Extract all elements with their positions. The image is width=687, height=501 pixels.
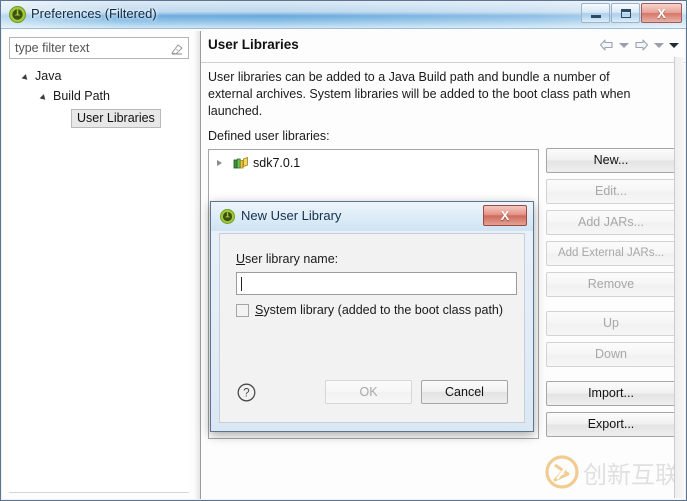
close-button[interactable]: X	[641, 3, 682, 23]
page-nav-toolbar	[599, 38, 679, 52]
window-right-strip	[674, 57, 684, 498]
label-mnemonic: U	[236, 252, 246, 266]
library-icon	[233, 156, 249, 170]
help-icon[interactable]: ?	[237, 383, 256, 402]
page-title: User Libraries	[208, 37, 299, 52]
search-input[interactable]: type filter text	[15, 41, 89, 55]
svg-text:?: ?	[243, 388, 249, 400]
close-icon: X	[657, 5, 666, 21]
window-title: Preferences (Filtered)	[31, 6, 157, 21]
dialog-content: User library name: System library (added…	[219, 233, 525, 423]
sidebar-item-user-libraries[interactable]: User Libraries	[71, 109, 161, 128]
expand-arrow-icon[interactable]	[39, 94, 48, 102]
edit-button[interactable]: Edit...	[546, 179, 676, 204]
system-library-checkbox-row[interactable]: System library (added to the boot class …	[236, 303, 503, 317]
window-titlebar: Preferences (Filtered) X	[1, 1, 686, 29]
brand-watermark-text: 创新互联	[583, 460, 679, 489]
library-action-buttons: New... Edit... Add JARs... Add External …	[546, 148, 676, 443]
preferences-tree[interactable]: Java Build Path User Libraries	[9, 63, 189, 493]
dialog-titlebar: New User Library X	[211, 202, 533, 231]
system-library-checkbox[interactable]	[236, 303, 249, 317]
up-button[interactable]: Up	[546, 311, 676, 336]
user-library-name-label: User library name:	[236, 252, 338, 266]
add-external-jars-button[interactable]: Add External JARs...	[546, 241, 676, 266]
maximize-button[interactable]	[611, 3, 640, 23]
minimize-button[interactable]	[581, 3, 610, 23]
remove-button[interactable]: Remove	[546, 272, 676, 297]
eraser-icon[interactable]	[170, 42, 184, 56]
eclipse-icon	[220, 209, 235, 224]
preferences-window: Preferences (Filtered) X type filter tex…	[0, 0, 687, 501]
brand-logo-icon	[544, 454, 580, 490]
expand-arrow-icon[interactable]	[21, 74, 30, 82]
window-controls: X	[581, 3, 682, 23]
ok-button[interactable]: OK	[325, 380, 412, 404]
brand-watermark: 创新互联	[544, 445, 679, 499]
export-button[interactable]: Export...	[546, 412, 676, 437]
forward-chevron-down-icon[interactable]	[654, 42, 664, 48]
expand-arrow-icon[interactable]	[217, 160, 227, 166]
label-rest: ystem library (added to the boot class p…	[263, 303, 504, 317]
new-button[interactable]: New...	[546, 148, 676, 173]
close-icon: X	[500, 208, 510, 223]
page-description: User libraries can be added to a Java Bu…	[208, 70, 631, 118]
defined-libraries-label: Defined user libraries:	[208, 129, 330, 143]
screen-root: Preferences (Filtered) X type filter tex…	[0, 0, 687, 501]
filter-box[interactable]: type filter text	[9, 37, 189, 59]
tree-item-label: Java	[35, 69, 62, 83]
eclipse-icon	[9, 6, 26, 23]
add-jars-button[interactable]: Add JARs...	[546, 210, 676, 235]
cancel-button[interactable]: Cancel	[421, 380, 508, 404]
list-item[interactable]: sdk7.0.1	[217, 156, 300, 170]
minimize-icon	[582, 4, 609, 22]
text-caret	[241, 277, 242, 291]
maximize-icon	[612, 4, 639, 22]
user-library-name-input[interactable]	[236, 272, 517, 295]
panel-splitter[interactable]	[193, 31, 201, 499]
back-arrow-icon[interactable]	[599, 38, 614, 52]
tree-item-label: User Libraries	[77, 111, 155, 125]
dialog-close-button[interactable]: X	[483, 205, 527, 226]
list-item-label: sdk7.0.1	[253, 156, 301, 170]
back-chevron-down-icon[interactable]	[619, 42, 629, 48]
import-button[interactable]: Import...	[546, 381, 676, 406]
label-rest: ser library name:	[245, 252, 339, 266]
new-user-library-dialog: New User Library X User library name: Sy…	[210, 201, 534, 432]
system-library-label: System library (added to the boot class …	[255, 303, 503, 317]
forward-arrow-icon[interactable]	[634, 38, 649, 52]
dialog-buttons: OK Cancel	[325, 380, 508, 404]
dialog-title: New User Library	[241, 208, 342, 223]
page-header: User Libraries	[201, 29, 685, 63]
view-menu-chevron-down-icon[interactable]	[669, 42, 679, 48]
down-button[interactable]: Down	[546, 342, 676, 367]
preferences-sidebar: type filter text Java Build Path User Li…	[9, 37, 189, 493]
tree-item-label: Build Path	[53, 89, 110, 103]
